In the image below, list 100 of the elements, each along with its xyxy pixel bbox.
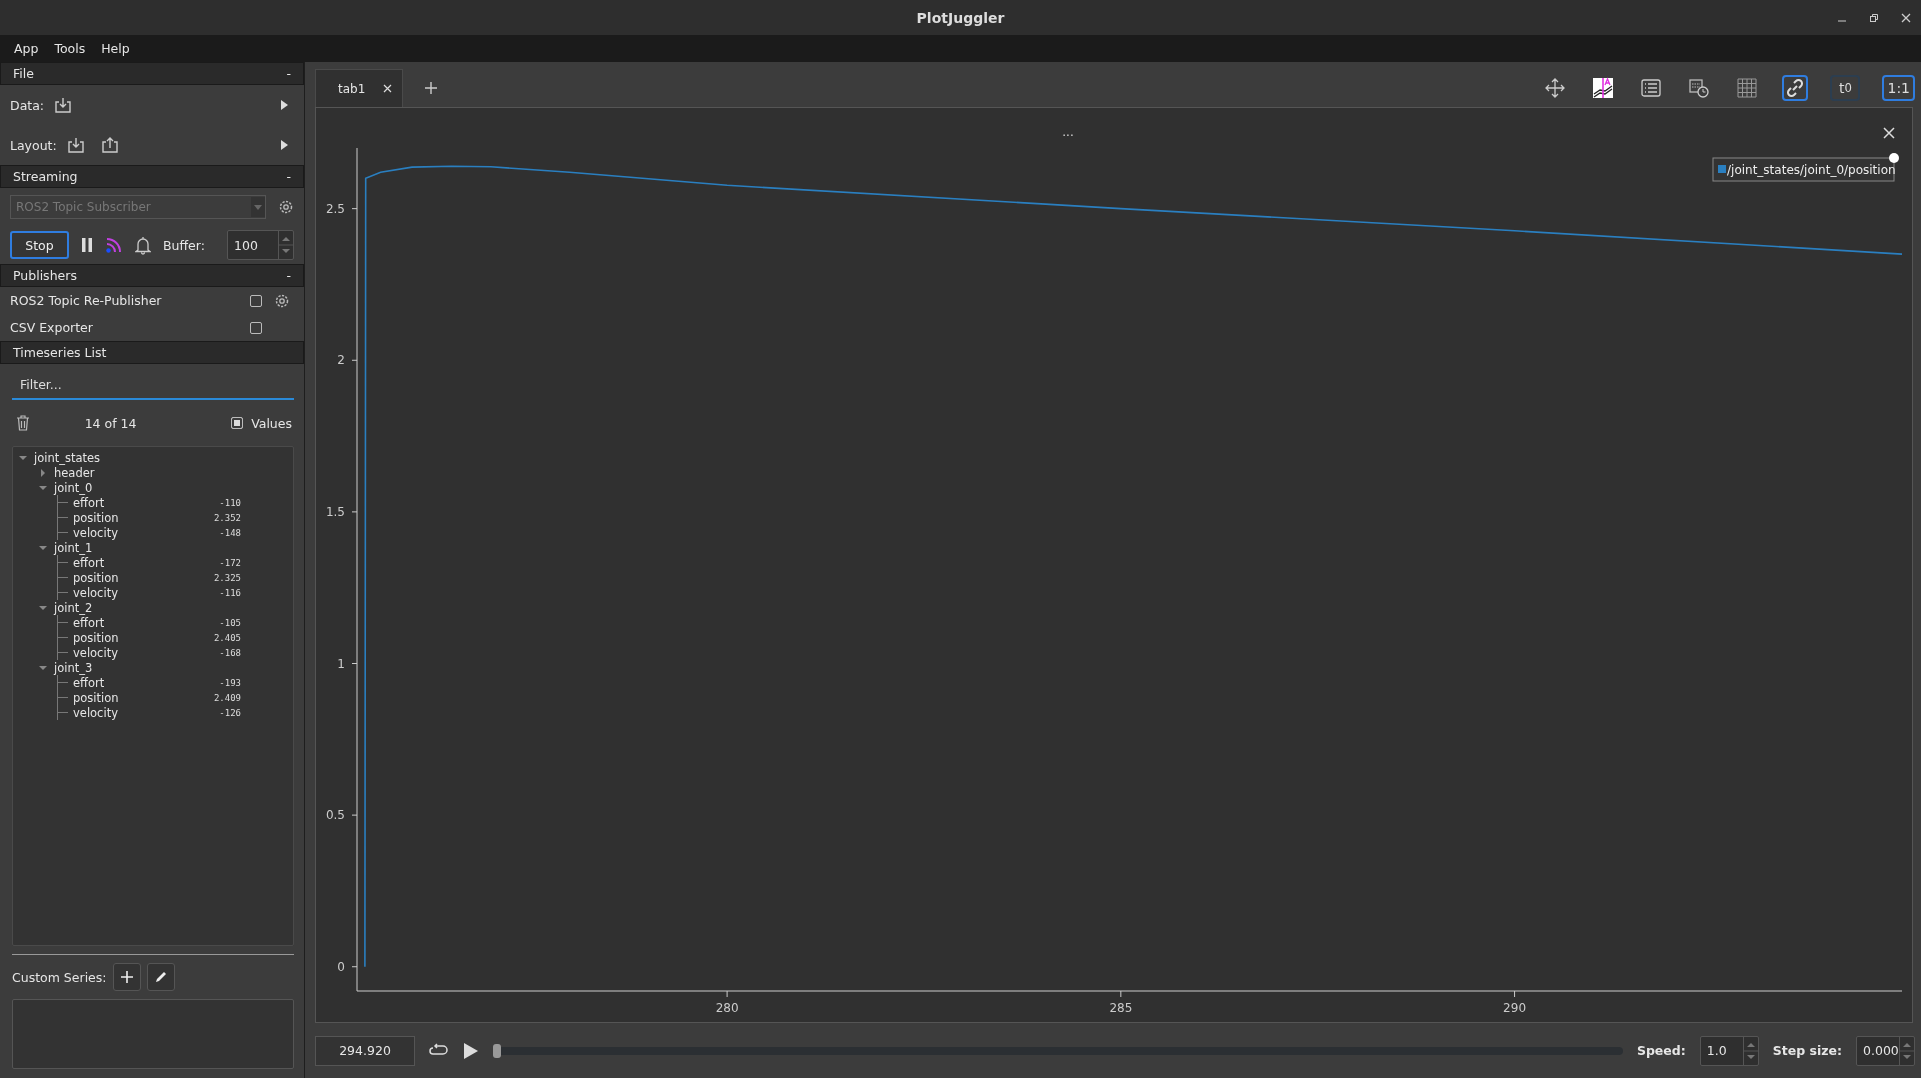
- link-icon[interactable]: [1782, 74, 1809, 101]
- add-button[interactable]: [112, 963, 141, 991]
- speed-label: Speed:: [1636, 1043, 1686, 1058]
- edit-button[interactable]: [146, 963, 175, 991]
- buffer-spinbox[interactable]: 100: [227, 230, 294, 260]
- tree-item[interactable]: position: [73, 570, 119, 585]
- resize-handle[interactable]: [1889, 153, 1899, 163]
- tree-item[interactable]: position: [73, 690, 119, 705]
- series-value: 2.325: [213, 572, 241, 583]
- y-tick-label: 1: [337, 656, 345, 671]
- series-value: -116: [219, 587, 241, 598]
- speed-spinbox[interactable]: 1.0: [1699, 1035, 1759, 1066]
- publisher-label: ROS2 Topic Re-Publisher: [10, 293, 162, 308]
- close-icon[interactable]: [383, 84, 393, 93]
- plot-title: ...: [1062, 125, 1074, 139]
- series-value: -193: [219, 677, 241, 688]
- expand-arrow-icon[interactable]: [281, 100, 288, 110]
- play-icon[interactable]: [463, 1041, 479, 1060]
- expand-arrow-icon[interactable]: [39, 663, 47, 672]
- stop-button[interactable]: Stop: [10, 231, 69, 259]
- tree-item[interactable]: effort: [73, 675, 105, 690]
- legend-label: /joint_states/joint_0/position: [1727, 163, 1896, 177]
- menu-item[interactable]: Help: [101, 41, 130, 56]
- tree-item[interactable]: joint_0: [54, 480, 93, 495]
- tree-item[interactable]: position: [73, 630, 119, 645]
- filter-field[interactable]: Filter...: [12, 370, 294, 400]
- y-tick-label: 0.5: [325, 808, 345, 823]
- settings-icon[interactable]: [278, 199, 294, 215]
- expand-arrow-icon[interactable]: [39, 603, 47, 612]
- tree-item[interactable]: effort: [73, 615, 105, 630]
- custom-series-label: Custom Series:: [12, 969, 107, 985]
- menu-item[interactable]: Tools: [54, 41, 86, 56]
- plus-icon: [119, 970, 134, 984]
- export-icon[interactable]: [100, 136, 119, 154]
- section-header[interactable]: Publishers -: [0, 264, 304, 287]
- pause-icon[interactable]: [81, 237, 93, 253]
- tree-item[interactable]: velocity: [73, 585, 118, 600]
- x-tick-label: 290: [1503, 1001, 1526, 1015]
- series-count: 14 of 14: [83, 415, 138, 431]
- trash-icon[interactable]: [16, 415, 30, 431]
- import-icon[interactable]: [54, 96, 73, 114]
- tree-item[interactable]: header: [54, 465, 95, 480]
- broadcast-icon[interactable]: [105, 236, 123, 254]
- x-tick-label: 285: [1109, 1001, 1133, 1015]
- tree-item[interactable]: joint_1: [54, 540, 93, 555]
- tab[interactable]: tab1: [315, 69, 404, 107]
- close-icon[interactable]: [1901, 13, 1911, 23]
- y-tick-label: 2.5: [325, 201, 345, 216]
- tree-item[interactable]: velocity: [73, 645, 118, 660]
- data-label: Data:: [10, 97, 45, 113]
- expand-arrow-icon[interactable]: [39, 543, 47, 552]
- publisher-label: CSV Exporter: [10, 320, 93, 335]
- series-value: -126: [219, 707, 241, 718]
- section-header: Timeseries List: [0, 341, 304, 364]
- expand-arrow-icon[interactable]: [281, 140, 288, 150]
- bell-icon[interactable]: [135, 235, 151, 255]
- step-size-spinbox[interactable]: 0.000: [1856, 1035, 1915, 1066]
- expand-arrow-icon[interactable]: [39, 468, 47, 477]
- series-value: -110: [219, 497, 241, 508]
- series-value: 2.352: [213, 512, 241, 523]
- values-label: Values: [251, 415, 292, 431]
- settings-icon[interactable]: [274, 292, 290, 309]
- section-header[interactable]: Streaming -: [0, 165, 304, 188]
- pencil-icon: [153, 970, 168, 984]
- expand-arrow-icon[interactable]: [39, 483, 47, 492]
- time-slider[interactable]: [493, 1046, 1623, 1055]
- toolbar-button[interactable]: 1:1: [1882, 74, 1915, 101]
- window-title: PlotJuggler: [916, 9, 1005, 26]
- time-field[interactable]: 294.920: [315, 1035, 415, 1066]
- series-value: -148: [219, 527, 241, 538]
- step-size-label: Step size:: [1772, 1043, 1842, 1058]
- tree-item[interactable]: joint_3: [54, 660, 93, 675]
- legend[interactable]: /joint_states/joint_0/position: [1712, 157, 1896, 182]
- add-tab-icon[interactable]: [425, 81, 438, 94]
- series-value: 2.405: [213, 632, 241, 643]
- x-tick-label: 280: [715, 1001, 739, 1015]
- section-header[interactable]: File -: [0, 62, 304, 85]
- tree-item[interactable]: effort: [73, 555, 105, 570]
- import-icon[interactable]: [66, 136, 85, 154]
- series-value: -172: [219, 557, 241, 568]
- restore-icon[interactable]: [1869, 13, 1879, 23]
- y-tick-label: 0: [337, 959, 345, 974]
- tree-item[interactable]: joint_2: [54, 600, 93, 615]
- checkbox[interactable]: [250, 321, 262, 334]
- tree-item[interactable]: velocity: [73, 525, 118, 540]
- layout-label: Layout:: [10, 137, 57, 153]
- series-value: -168: [219, 647, 241, 658]
- menu-item[interactable]: App: [14, 41, 39, 56]
- y-tick-label: 1.5: [325, 504, 345, 519]
- close-icon[interactable]: [1883, 127, 1895, 139]
- tree-item[interactable]: joint_states: [34, 450, 101, 465]
- tree-item[interactable]: position: [73, 510, 119, 525]
- series-value: -105: [219, 617, 241, 628]
- tree-item[interactable]: effort: [73, 495, 105, 510]
- checkbox[interactable]: [250, 294, 262, 307]
- expand-arrow-icon[interactable]: [19, 453, 27, 462]
- series-value: 2.409: [213, 692, 241, 703]
- caret-icon: [254, 204, 262, 210]
- values-checkbox[interactable]: [231, 417, 244, 429]
- tree-item[interactable]: velocity: [73, 705, 118, 720]
